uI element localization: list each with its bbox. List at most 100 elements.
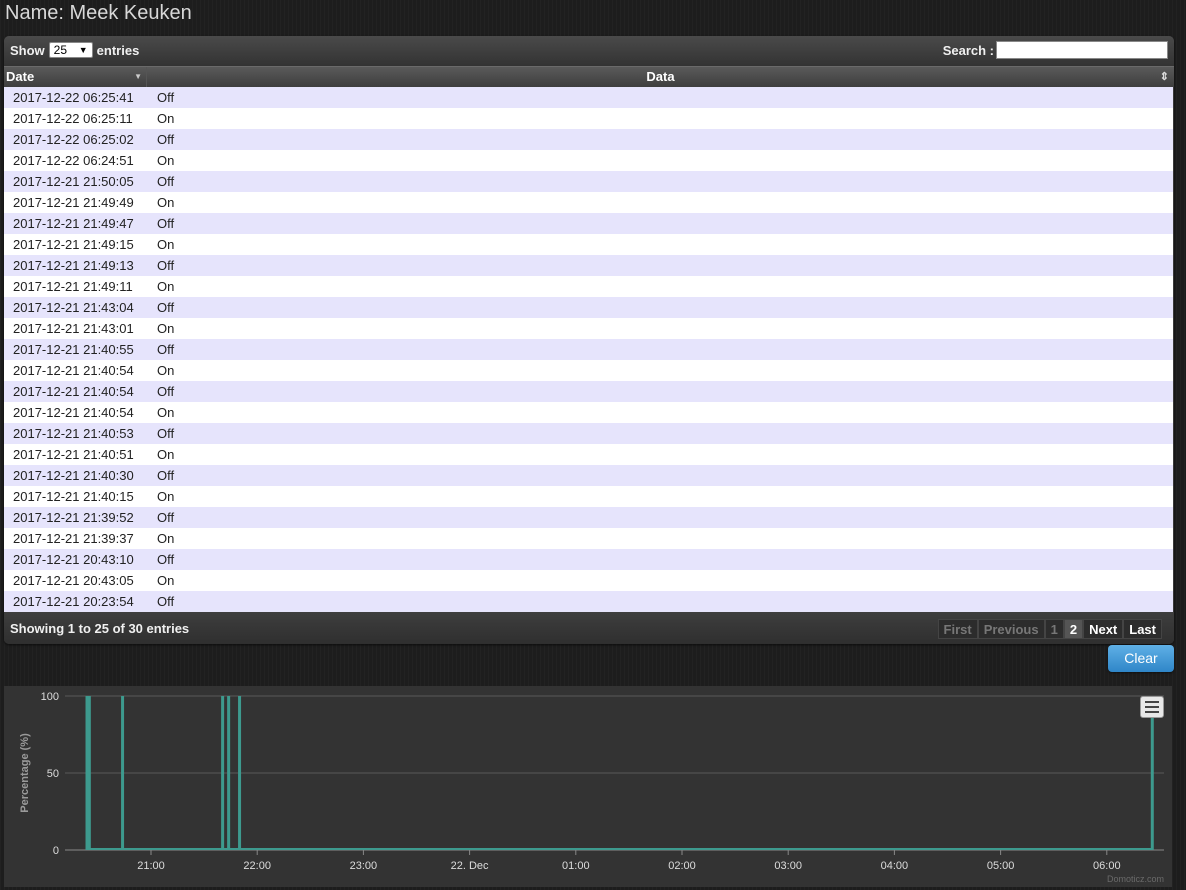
column-header-data[interactable]: Data ⇕ — [147, 67, 1174, 87]
cell-data: On — [157, 111, 175, 126]
x-tick-label: 05:00 — [987, 860, 1015, 872]
x-tick-label: 01:00 — [562, 860, 590, 872]
show-label: Show — [10, 42, 45, 58]
x-tick-label: 22. Dec — [451, 860, 489, 872]
cell-date: 2017-12-21 21:40:54 — [13, 405, 134, 420]
cell-data: Off — [157, 300, 175, 315]
cell-date: 2017-12-22 06:24:51 — [13, 153, 134, 168]
y-tick-label: 0 — [53, 845, 59, 857]
x-tick-label: 23:00 — [350, 860, 378, 872]
cell-data: On — [157, 531, 175, 546]
table-row: 2017-12-21 21:49:49 On — [4, 192, 1173, 213]
series-pulse — [85, 696, 91, 850]
column-header-date-label: Date — [6, 69, 35, 84]
percentage-chart: 0 50 100 Percentage (%) 21:00 22:00 23:00 22. D… — [4, 686, 1172, 887]
pagination: First Previous 1 2 Next Last — [937, 619, 1162, 639]
cell-data: Off — [157, 174, 175, 189]
cell-date: 2017-12-21 21:40:15 — [13, 489, 134, 504]
sort-both-icon: ⇕ — [1159, 71, 1169, 83]
table-row: 2017-12-22 06:25:11 On — [4, 108, 1173, 129]
search-control: Search : — [943, 41, 1168, 59]
table-row: 2017-12-21 21:40:54 Off — [4, 381, 1173, 402]
cell-data: Off — [157, 552, 175, 567]
table-info: Showing 1 to 25 of 30 entries — [10, 621, 190, 636]
cell-date: 2017-12-21 21:49:13 — [13, 258, 134, 273]
cell-data: Off — [157, 510, 175, 525]
entries-label: entries — [96, 42, 140, 58]
cell-data: On — [157, 405, 175, 420]
table-row: 2017-12-21 21:49:15 On — [4, 234, 1173, 255]
pager-previous[interactable]: Previous — [977, 619, 1045, 639]
y-tick-label: 100 — [41, 691, 59, 703]
cell-date: 2017-12-21 21:49:49 — [13, 195, 134, 210]
table-body: 2017-12-22 06:25:41 Off 2017-12-22 06:25:1… — [4, 87, 1173, 612]
x-tick-label: 03:00 — [774, 860, 802, 872]
cell-date: 2017-12-21 21:40:54 — [13, 384, 134, 399]
x-tick-label: 02:00 — [668, 860, 696, 872]
table-row: 2017-12-22 06:24:51 On — [4, 150, 1173, 171]
cell-date: 2017-12-21 21:43:04 — [13, 300, 134, 315]
cell-data: On — [157, 489, 175, 504]
page-length-value: 25 — [53, 43, 68, 57]
chart-svg: 0 50 100 Percentage (%) 21:00 22:00 23:00 22. D… — [19, 691, 1164, 872]
device-log-table: Show 25 ▼ entries Search : Date ▼ Data ⇕… — [4, 36, 1174, 644]
cell-data: Off — [157, 258, 175, 273]
table-row: 2017-12-21 21:49:13 Off — [4, 255, 1173, 276]
table-row: 2017-12-21 21:40:15 On — [4, 486, 1173, 507]
table-header: Date ▼ Data ⇕ — [4, 66, 1174, 87]
cell-data: Off — [157, 216, 175, 231]
table-row: 2017-12-21 21:39:37 On — [4, 528, 1173, 549]
series-pulse — [121, 696, 125, 850]
table-row: 2017-12-21 21:49:47 Off — [4, 213, 1173, 234]
y-axis-label: Percentage (%) — [19, 733, 31, 813]
table-row: 2017-12-21 21:49:11 On — [4, 276, 1173, 297]
series-pulse — [238, 696, 242, 850]
cell-date: 2017-12-21 21:40:53 — [13, 426, 134, 441]
chevron-down-icon: ▼ — [78, 45, 88, 55]
page-length-control: Show 25 ▼ entries — [10, 42, 139, 58]
cell-date: 2017-12-21 21:40:55 — [13, 342, 134, 357]
pager-page-2[interactable]: 2 — [1063, 619, 1084, 639]
table-row: 2017-12-21 21:39:52 Off — [4, 507, 1173, 528]
table-footer: Showing 1 to 25 of 30 entries First Prev… — [4, 612, 1174, 644]
cell-date: 2017-12-21 20:43:10 — [13, 552, 134, 567]
cell-date: 2017-12-21 21:40:51 — [13, 447, 134, 462]
cell-date: 2017-12-21 21:40:30 — [13, 468, 134, 483]
cell-date: 2017-12-21 21:39:52 — [13, 510, 134, 525]
series-pulse — [227, 696, 231, 850]
cell-data: On — [157, 447, 175, 462]
table-row: 2017-12-21 21:43:01 On — [4, 318, 1173, 339]
cell-date: 2017-12-21 21:43:01 — [13, 321, 134, 336]
table-row: 2017-12-21 21:43:04 Off — [4, 297, 1173, 318]
table-row: 2017-12-21 21:40:51 On — [4, 444, 1173, 465]
cell-data: Off — [157, 384, 175, 399]
cell-date: 2017-12-21 21:49:11 — [13, 279, 133, 294]
cell-date: 2017-12-22 06:25:41 — [13, 90, 134, 105]
cell-data: Off — [157, 468, 175, 483]
clear-button[interactable]: Clear — [1108, 645, 1174, 672]
pager-last[interactable]: Last — [1123, 619, 1162, 639]
chart-credit[interactable]: Domoticz.com — [1107, 874, 1164, 884]
cell-date: 2017-12-22 06:25:11 — [13, 111, 133, 126]
page-length-select[interactable]: 25 ▼ — [48, 42, 93, 58]
cell-date: 2017-12-21 21:39:37 — [13, 531, 134, 546]
hamburger-menu-icon[interactable] — [1140, 696, 1164, 718]
table-row: 2017-12-21 20:43:05 On — [4, 570, 1173, 591]
table-row: 2017-12-21 20:23:54 Off — [4, 591, 1173, 612]
pager-first[interactable]: First — [937, 619, 978, 639]
cell-data: Off — [157, 132, 175, 147]
cell-date: 2017-12-21 21:49:47 — [13, 216, 134, 231]
pager-page-1[interactable]: 1 — [1044, 619, 1064, 639]
table-row: 2017-12-22 06:25:41 Off — [4, 87, 1173, 108]
cell-date: 2017-12-21 21:50:05 — [13, 174, 134, 189]
cell-data: On — [157, 195, 175, 210]
cell-data: Off — [157, 90, 175, 105]
series-pulse — [1150, 696, 1154, 850]
cell-data: Off — [157, 594, 175, 609]
x-tick-label: 04:00 — [881, 860, 909, 872]
column-header-date[interactable]: Date ▼ — [4, 67, 147, 87]
search-input[interactable] — [996, 41, 1168, 59]
pager-next[interactable]: Next — [1083, 619, 1124, 639]
cell-data: On — [157, 363, 175, 378]
cell-date: 2017-12-21 21:40:54 — [13, 363, 134, 378]
